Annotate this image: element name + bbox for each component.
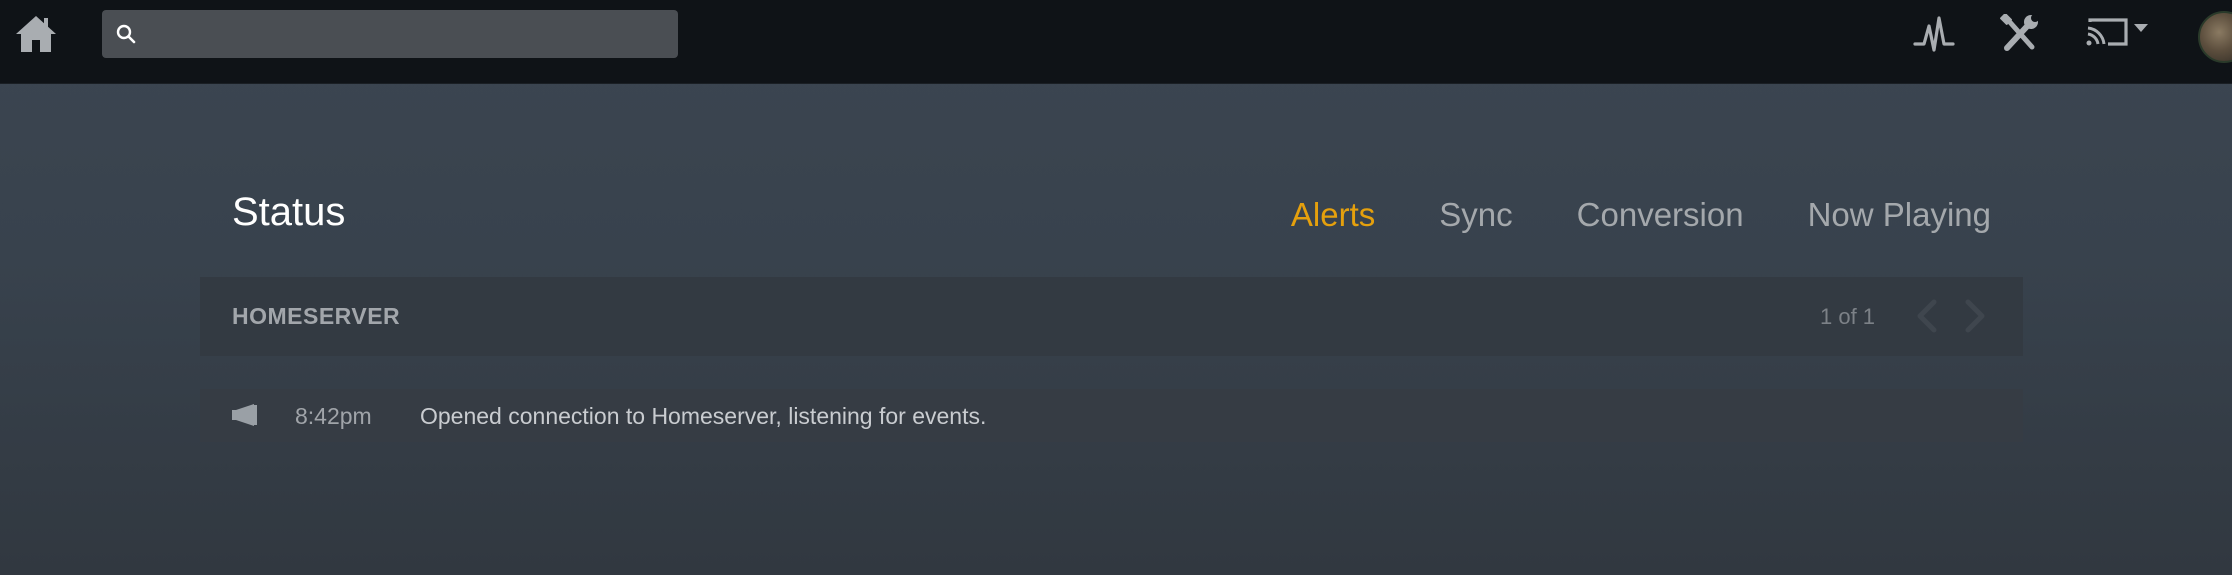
search-box[interactable]: [102, 10, 678, 60]
server-name: HOMESERVER: [232, 303, 401, 329]
page-title: Status: [232, 190, 346, 234]
top-navigation-bar: [0, 0, 2232, 84]
chevron-left-icon: [1917, 299, 1937, 333]
tab-conversion[interactable]: Conversion: [1577, 196, 1744, 234]
alert-time: 8:42pm: [295, 403, 372, 429]
activity-button[interactable]: [1912, 14, 1956, 54]
cast-button[interactable]: [2084, 14, 2154, 54]
search-icon: [116, 24, 136, 44]
wrench-screwdriver-icon: [2000, 13, 2039, 51]
next-page-button[interactable]: [1960, 297, 1990, 335]
alert-message: Opened connection to Homeserver, listeni…: [420, 403, 987, 429]
user-avatar[interactable]: [2198, 11, 2232, 63]
chevron-right-icon: [1965, 299, 1985, 333]
tab-now-playing[interactable]: Now Playing: [1808, 196, 1991, 234]
status-tabs: Alerts Sync Conversion Now Playing: [1291, 196, 1991, 234]
megaphone-icon: [232, 404, 257, 426]
home-icon: [16, 16, 56, 52]
home-button[interactable]: [12, 10, 60, 58]
search-input[interactable]: [146, 10, 670, 60]
activity-icon: [1913, 16, 1955, 52]
previous-page-button[interactable]: [1912, 297, 1942, 335]
tab-alerts[interactable]: Alerts: [1291, 196, 1375, 234]
pagination-label: 1 of 1: [1820, 304, 1876, 329]
server-header: HOMESERVER 1 of 1: [200, 277, 2023, 356]
settings-button[interactable]: [1998, 13, 2042, 54]
tab-sync[interactable]: Sync: [1439, 196, 1512, 234]
cast-icon: [2086, 18, 2148, 46]
alert-row: 8:42pm Opened connection to Homeserver, …: [200, 389, 2023, 442]
